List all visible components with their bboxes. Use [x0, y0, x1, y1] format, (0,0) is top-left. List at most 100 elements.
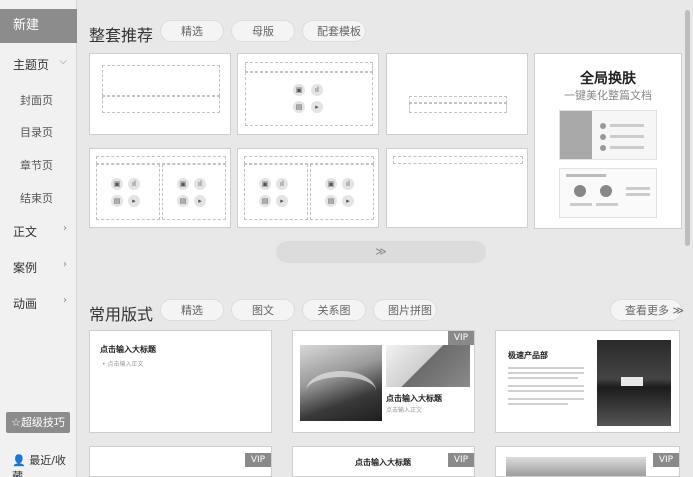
- super-tips-label: 超级技巧: [20, 416, 65, 429]
- sidebar-sub-chapter[interactable]: 章节页: [20, 157, 53, 173]
- sidebar-item-body[interactable]: 正文 ›: [0, 223, 77, 240]
- sidebar-sub-toc[interactable]: 目录页: [20, 124, 53, 140]
- table-icon: ▤: [111, 195, 123, 207]
- text-line: [508, 398, 584, 400]
- recent-favorites-button[interactable]: 👤 最近/收藏: [12, 452, 76, 477]
- template-card[interactable]: ▣ ıl ▤ ▸ ▣ ıl ▤ ▸: [89, 148, 231, 228]
- video-icon: ▸: [311, 101, 323, 113]
- sidebar-sub-ending[interactable]: 结束页: [20, 190, 53, 206]
- table-icon: ▤: [325, 195, 337, 207]
- chevron-right-icon: ›: [63, 295, 67, 306]
- skin-preview-2: [559, 168, 657, 218]
- preview-dot: [600, 123, 606, 129]
- text-line: [508, 372, 584, 374]
- preview-line: [626, 187, 650, 190]
- template-card[interactable]: ▣ ıl ▤ ▸: [237, 53, 379, 135]
- layout-card[interactable]: VIP: [89, 446, 272, 477]
- skin-card-subtitle: 一键美化整篇文档: [564, 89, 652, 102]
- preview-line: [566, 174, 606, 177]
- super-tips-button[interactable]: ☆超级技巧: [6, 412, 70, 433]
- placeholder-box: [393, 156, 523, 164]
- layout-card[interactable]: VIP: [495, 446, 680, 477]
- layout-card[interactable]: 点击输入大标题 点击输入正文 VIP: [292, 330, 475, 433]
- view-more-button[interactable]: 查看更多 ≫: [610, 299, 684, 321]
- double-chevron-down-icon: ≫: [375, 245, 387, 258]
- image-icon: ▣: [259, 178, 271, 190]
- preview-dot: [600, 185, 612, 197]
- layout-card[interactable]: 点击输入大标题 • 点击输入正文: [89, 330, 272, 433]
- layout-card[interactable]: 极速产品部: [495, 330, 680, 433]
- tab-image-text[interactable]: 图文: [231, 299, 295, 321]
- chevron-right-icon: ›: [63, 259, 67, 270]
- tab-featured-layouts[interactable]: 精选: [160, 299, 224, 321]
- tab-image-collage[interactable]: 图片拼图: [373, 299, 437, 321]
- layout-card-title: 点击输入大标题: [355, 458, 411, 467]
- chart-icon: ıl: [311, 84, 323, 96]
- skin-card-title: 全局换肤: [580, 71, 636, 87]
- template-card[interactable]: [386, 53, 528, 135]
- image-icon: ▣: [325, 178, 337, 190]
- vip-badge: VIP: [653, 453, 679, 467]
- image-icon: ▣: [293, 84, 305, 96]
- image-icon: ▣: [177, 178, 189, 190]
- sidebar-item-animation[interactable]: 动画 ›: [0, 295, 77, 312]
- wave-crest: [306, 371, 376, 411]
- video-icon: ▸: [128, 195, 140, 207]
- image-icon: ▣: [111, 178, 123, 190]
- layout-card-title: 极速产品部: [508, 351, 548, 360]
- preview-dot: [600, 134, 606, 140]
- layout-card[interactable]: 点击输入大标题 VIP: [292, 446, 475, 477]
- vip-badge: VIP: [448, 453, 474, 467]
- chevron-down-icon: ⌵: [59, 56, 67, 67]
- user-icon: 👤: [12, 454, 26, 467]
- new-button[interactable]: 新建: [0, 9, 77, 43]
- sidebar-item-label: 动画: [13, 297, 38, 311]
- placeholder-box: [102, 96, 220, 113]
- house-shape: [621, 377, 643, 386]
- section-title-recommended: 整套推荐: [89, 26, 154, 45]
- template-card[interactable]: ▣ ıl ▤ ▸ ▣ ıl ▤ ▸: [237, 148, 379, 228]
- sidebar-item-theme-page[interactable]: 主题页 ⌵: [0, 56, 77, 73]
- sidebar-item-label: 案例: [13, 261, 38, 275]
- template-card[interactable]: [89, 53, 231, 135]
- building-photo: [386, 345, 470, 387]
- text-line: [508, 390, 584, 392]
- tab-relation-diagram[interactable]: 关系图: [302, 299, 366, 321]
- placeholder-box: [162, 164, 226, 220]
- tab-matching-template[interactable]: 配套模板: [302, 20, 366, 42]
- preview-line: [596, 203, 618, 206]
- section-title-common-layouts: 常用版式: [89, 305, 154, 324]
- preview-dot: [574, 185, 586, 197]
- preview-line: [610, 146, 644, 149]
- video-icon: ▸: [194, 195, 206, 207]
- sidebar-sub-cover[interactable]: 封面页: [20, 92, 53, 108]
- layout-card-title: 点击输入大标题: [386, 394, 442, 403]
- expand-more-button[interactable]: ≫: [276, 241, 486, 263]
- preview-line: [570, 203, 592, 206]
- placeholder-box: [244, 156, 374, 164]
- placeholder-box: [102, 65, 220, 96]
- house-photo: [597, 340, 671, 426]
- star-icon: ☆: [11, 416, 21, 429]
- chart-icon: ıl: [194, 178, 206, 190]
- chart-icon: ıl: [342, 178, 354, 190]
- sidebar-item-cases[interactable]: 案例 ›: [0, 259, 77, 276]
- preview-dot: [600, 145, 606, 151]
- vertical-scrollbar[interactable]: [685, 10, 690, 246]
- sidebar-item-label: 正文: [13, 225, 38, 239]
- layout-card-title: 点击输入大标题: [100, 345, 156, 354]
- placeholder-box: [96, 156, 226, 164]
- layout-card-subtext: • 点击输入正文: [102, 361, 144, 368]
- vip-badge: VIP: [245, 453, 271, 467]
- text-line: [508, 385, 584, 387]
- tab-featured[interactable]: 精选: [160, 20, 224, 42]
- chart-icon: ıl: [128, 178, 140, 190]
- sidebar: 新建 主题页 ⌵ 封面页 目录页 章节页 结束页 正文 › 案例 › 动画 › …: [0, 0, 77, 477]
- global-skin-card[interactable]: 全局换肤 一键美化整篇文档: [534, 53, 682, 229]
- tab-master[interactable]: 母版: [231, 20, 295, 42]
- preview-line: [610, 124, 644, 127]
- template-card[interactable]: [386, 148, 528, 228]
- placeholder-box: [244, 164, 308, 220]
- text-line: [508, 367, 584, 369]
- text-line: [508, 377, 578, 379]
